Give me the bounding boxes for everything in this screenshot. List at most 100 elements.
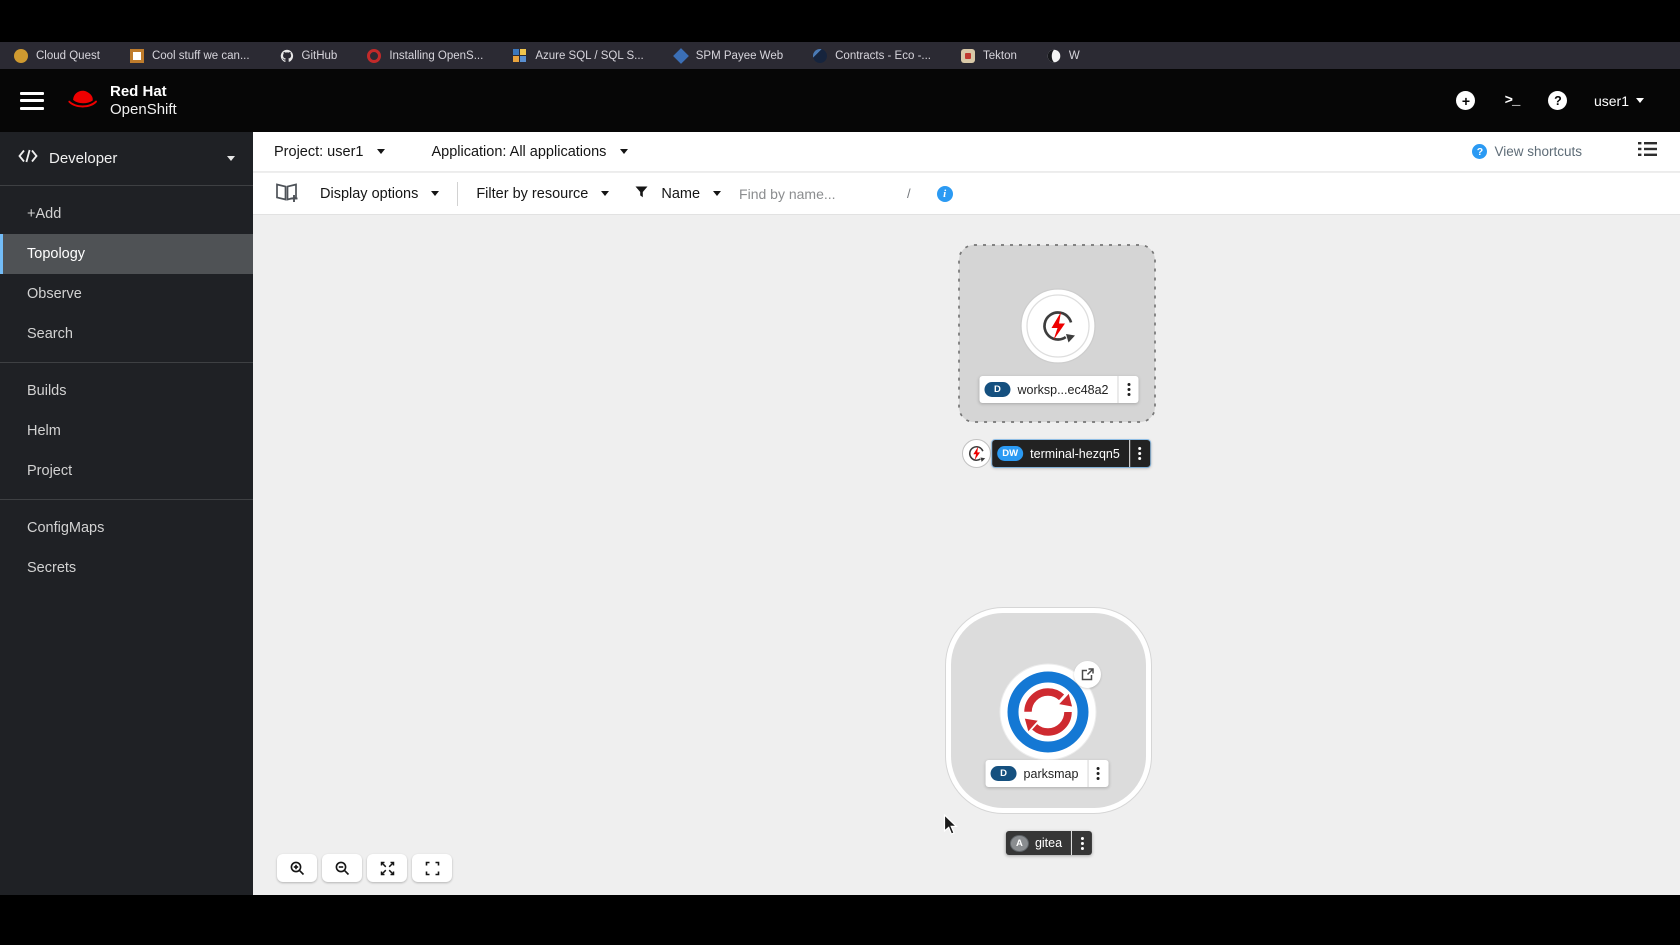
application-dropdown-label: Application: All applications: [431, 143, 607, 160]
bookmark-label: SPM Payee Web: [695, 49, 784, 62]
node-label-text: gitea: [1034, 836, 1063, 850]
tekton-favicon-icon: [960, 48, 975, 63]
view-shortcuts-link[interactable]: ? View shortcuts: [1472, 144, 1582, 159]
bookmark-label: Cool stuff we can...: [151, 49, 250, 62]
bookmark-cool-stuff[interactable]: Cool stuff we can...: [129, 48, 250, 63]
nav-label: Search: [27, 326, 73, 342]
sidebar-item-helm[interactable]: Helm: [0, 411, 253, 451]
fit-to-screen-button[interactable]: [367, 854, 407, 882]
brand-logo[interactable]: Red Hat OpenShift: [66, 83, 177, 118]
help-button[interactable]: ?: [1548, 91, 1568, 111]
sidebar-item-configmaps[interactable]: ConfigMaps: [0, 508, 253, 548]
sidebar-item-builds[interactable]: Builds: [0, 371, 253, 411]
add-to-project-icon[interactable]: [275, 181, 300, 207]
fullscreen-button[interactable]: [412, 854, 452, 882]
workspace-node[interactable]: [1018, 286, 1098, 366]
bookmark-installing-openshift[interactable]: Installing OpenS...: [367, 48, 484, 63]
question-circle-icon: ?: [1548, 91, 1568, 110]
zoom-in-icon: [290, 861, 304, 875]
name-filter-label: Name: [661, 185, 701, 202]
bookmark-label: Tekton: [982, 49, 1017, 62]
open-url-button[interactable]: [1074, 661, 1101, 688]
bookmark-tekton[interactable]: Tekton: [960, 48, 1017, 63]
terminal-node-label[interactable]: DW terminal-hezqn5: [992, 440, 1150, 467]
bookmark-contracts[interactable]: Contracts - Eco -...: [813, 48, 931, 63]
nav-label: Helm: [27, 423, 61, 439]
external-link-icon: [1081, 668, 1094, 681]
zoom-out-button[interactable]: [322, 854, 362, 882]
zoom-out-icon: [335, 861, 349, 875]
user-name: user1: [1593, 92, 1629, 109]
workspace-node-label[interactable]: D worksp...ec48a2: [979, 376, 1139, 403]
kebab-menu-icon[interactable]: [1130, 440, 1150, 467]
bookmark-w[interactable]: W: [1047, 49, 1080, 63]
masthead-actions: + >_ ? user1: [1456, 91, 1680, 111]
deployment-badge: D: [984, 382, 1011, 397]
caret-down-icon: [601, 191, 610, 196]
expand-arrows-icon: [380, 861, 394, 875]
caret-down-icon: [377, 149, 386, 154]
devworkspace-mini-icon: [968, 445, 986, 462]
chevron-down-icon: [227, 156, 235, 161]
application-badge: A: [1010, 835, 1028, 851]
zoom-in-button[interactable]: [277, 854, 317, 882]
find-by-name-input[interactable]: [739, 185, 880, 202]
canvas-controls: [277, 854, 452, 882]
nav-label: ConfigMaps: [27, 520, 105, 536]
list-view-toggle-icon[interactable]: [1638, 141, 1657, 162]
nav-label: Secrets: [27, 560, 77, 576]
project-dropdown-label: Project: user1: [274, 143, 364, 160]
cloud-quest-favicon-icon: [14, 48, 28, 63]
bookmark-github[interactable]: GitHub: [280, 49, 337, 63]
question-circle-icon: ?: [1472, 144, 1488, 159]
bookmark-cloud-quest[interactable]: Cloud Quest: [14, 48, 100, 63]
kebab-menu-icon[interactable]: [1072, 831, 1092, 855]
globe-favicon-icon: [1047, 49, 1061, 63]
azure-favicon-icon: [513, 48, 527, 63]
keyboard-shortcut-hint: /: [907, 186, 911, 201]
display-options-dropdown[interactable]: Display options: [320, 185, 440, 202]
perspective-label: Developer: [49, 150, 118, 167]
gitea-node-label[interactable]: A gitea: [1005, 831, 1093, 855]
sidebar-item-add[interactable]: +Add: [0, 194, 253, 234]
node-label-text: worksp...ec48a2: [1017, 382, 1109, 397]
nav-group-3: ConfigMaps Secrets: [0, 500, 253, 596]
topology-canvas[interactable]: D worksp...ec48a2 DW terminal-hezqn5 D p…: [253, 215, 1680, 895]
sidebar-item-topology[interactable]: Topology: [0, 234, 253, 274]
masthead: Red Hat OpenShift + >_ ? user1: [0, 69, 1680, 132]
caret-down-icon: [431, 191, 440, 196]
quick-create-button[interactable]: +: [1456, 91, 1476, 111]
bookmark-azure-sql[interactable]: Azure SQL / SQL S...: [513, 48, 644, 63]
sidebar: Developer +Add Topology Observe Search B…: [0, 132, 253, 895]
sidebar-item-project[interactable]: Project: [0, 451, 253, 491]
topology-toolbar: Display options Filter by resource Name …: [253, 173, 1680, 215]
perspective-switcher[interactable]: Developer: [0, 132, 253, 185]
parksmap-node-label[interactable]: D parksmap: [985, 760, 1109, 787]
project-dropdown[interactable]: Project: user1: [274, 143, 386, 160]
browser-bookmarks-bar: Cloud Quest Cool stuff we can... GitHub …: [0, 42, 1680, 69]
hamburger-menu-icon[interactable]: [20, 91, 44, 110]
code-icon: [18, 149, 38, 168]
web-terminal-button[interactable]: >_: [1502, 91, 1522, 111]
sidebar-item-observe[interactable]: Observe: [0, 274, 253, 314]
sidebar-item-search[interactable]: Search: [0, 314, 253, 354]
sidebar-item-secrets[interactable]: Secrets: [0, 548, 253, 588]
bookmark-label: Azure SQL / SQL S...: [535, 49, 644, 62]
bookmark-label: Contracts - Eco -...: [835, 49, 931, 62]
filter-by-resource-dropdown[interactable]: Filter by resource: [476, 186, 610, 202]
terminal-node[interactable]: [962, 439, 991, 468]
brand-text: Red Hat OpenShift: [110, 83, 177, 118]
info-icon[interactable]: i: [936, 185, 953, 202]
context-bar: Project: user1 Application: All applicat…: [253, 132, 1680, 172]
bookmark-spm-payee[interactable]: SPM Payee Web: [672, 47, 784, 64]
bookmark-label: Cloud Quest: [36, 49, 100, 62]
application-dropdown[interactable]: Application: All applications: [431, 143, 629, 160]
name-filter-dropdown[interactable]: Name: [635, 185, 722, 202]
kebab-menu-icon[interactable]: [1119, 376, 1139, 403]
contracts-favicon-icon: [813, 48, 828, 63]
user-menu[interactable]: user1: [1594, 93, 1644, 109]
kebab-menu-icon[interactable]: [1088, 760, 1108, 787]
bookmark-label: Installing OpenS...: [389, 49, 484, 62]
display-options-label: Display options: [320, 185, 419, 202]
folder-favicon-icon: [129, 48, 144, 63]
